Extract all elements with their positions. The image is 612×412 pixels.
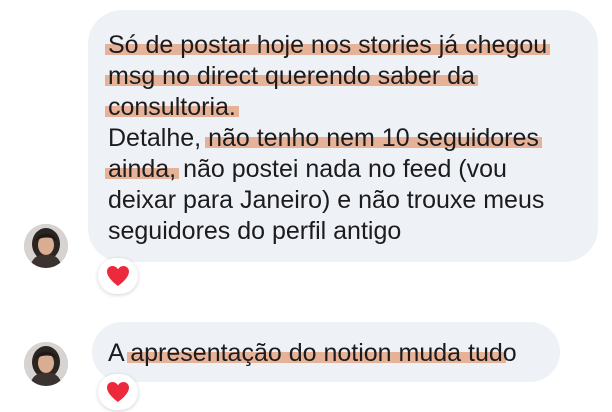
message-line: Detalhe, não tenho nem 10 seguidores bbox=[108, 123, 580, 154]
avatar-photo-icon bbox=[24, 224, 68, 268]
plain-text: não postei nada no feed (vou bbox=[176, 155, 507, 183]
message-line: seguidores do perfil antigo bbox=[108, 216, 580, 247]
message-line: consultoria. bbox=[105, 92, 580, 123]
plain-text: deixar para Janeiro) e não trouxe meus bbox=[108, 186, 545, 214]
highlighted-text: consultoria. bbox=[105, 93, 239, 121]
message-line: msg no direct querendo saber da bbox=[105, 61, 580, 92]
message-bubble-2[interactable]: A apresentação do notion muda tudo bbox=[92, 322, 560, 382]
highlighted-text: não tenho nem 10 seguidores bbox=[205, 124, 542, 152]
user-avatar-photo[interactable] bbox=[24, 342, 68, 386]
avatar-photo-icon bbox=[24, 342, 68, 386]
highlighted-text: msg no direct querendo saber da bbox=[105, 62, 478, 90]
red-heart-icon bbox=[107, 382, 129, 402]
message-line: deixar para Janeiro) e não trouxe meus bbox=[108, 185, 580, 216]
highlighted-text: ainda, bbox=[105, 155, 180, 183]
heart-reaction[interactable] bbox=[98, 258, 138, 294]
plain-text: Detalhe, bbox=[108, 124, 209, 152]
message-line: ainda, não postei nada no feed (vou bbox=[105, 154, 580, 185]
heart-reaction[interactable] bbox=[98, 374, 138, 410]
message-bubble-1[interactable]: Só de postar hoje nos stories já chegou … bbox=[88, 10, 598, 262]
plain-text: o bbox=[502, 339, 517, 367]
red-heart-icon bbox=[107, 266, 129, 286]
highlighted-text: apresentação do notion muda tud bbox=[127, 339, 506, 367]
plain-text: seguidores do perfil antigo bbox=[108, 217, 402, 245]
highlighted-text: Só de postar hoje nos stories já chegou bbox=[105, 31, 551, 59]
user-avatar-photo[interactable] bbox=[24, 224, 68, 268]
message-line: A apresentação do notion muda tudo bbox=[108, 338, 542, 369]
message-line: Só de postar hoje nos stories já chegou bbox=[105, 30, 580, 61]
